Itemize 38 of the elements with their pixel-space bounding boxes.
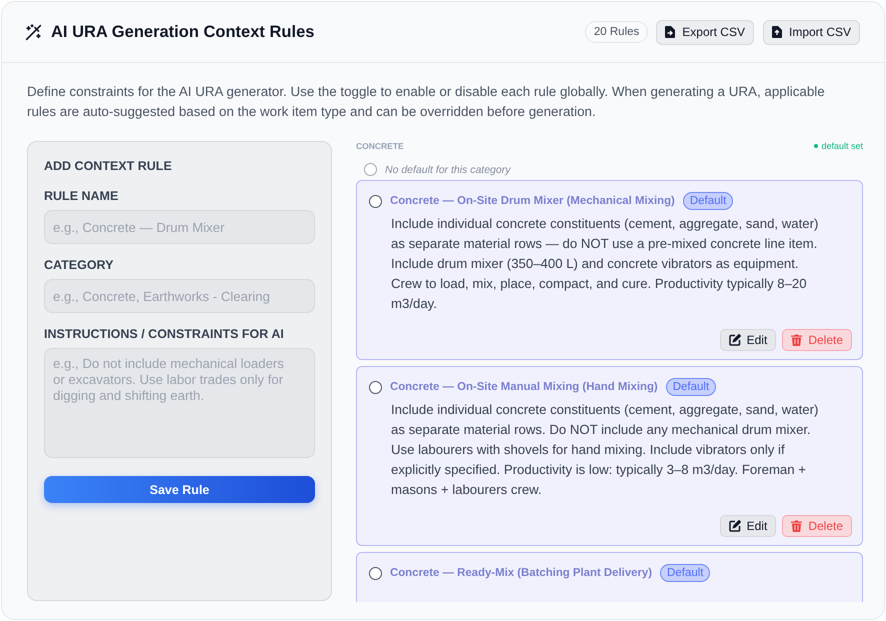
field-label: RULE NAME (44, 189, 120, 203)
default-badge: Default (666, 378, 716, 396)
rule-count-pill: 20 Rules (584, 21, 648, 43)
default-badge: Default (660, 564, 710, 582)
radio-button[interactable] (369, 380, 382, 394)
field-label: INSTRUCTIONS / CONSTRAINTS FOR AI (44, 327, 285, 341)
file-download-icon (665, 26, 676, 38)
text-input-field[interactable]: e.g., Concrete, Earthworks - Clearing (44, 279, 315, 313)
rule-title: Concrete — Ready-Mix (Batching Plant Delivery) (390, 567, 652, 579)
radio-label: No default for this category (385, 164, 510, 176)
rule-title: Concrete — On-Site Drum Mixer (Mechanical Mixing) (390, 195, 675, 207)
rule-title: Concrete — On-Site Manual Mixing (Hand Mixing) (390, 381, 658, 393)
export-csv-button[interactable]: Export CSV (656, 20, 754, 44)
trash-icon (791, 520, 802, 532)
field-label: CATEGORY (44, 258, 114, 272)
description-text: Define constraints for the AI URA generator. Use the toggle to enable or disable each rule globally. When generating a URA, applicable rules are auto-suggested based on the work item type and can be overridden before generation. (26, 83, 826, 121)
save-rule-button[interactable]: Save Rule (44, 476, 315, 503)
radio-button[interactable] (364, 163, 377, 176)
magic-wand-icon (25, 24, 42, 40)
status-dot-icon (814, 144, 818, 148)
default-badge: Default (682, 192, 734, 210)
radio-button[interactable] (369, 566, 382, 580)
status-text: default set (821, 141, 863, 151)
edit-icon (728, 334, 741, 346)
import-csv-button[interactable]: Import CSV (762, 20, 860, 44)
text-input-field[interactable]: e.g., Concrete — Drum Mixer (44, 210, 315, 244)
textarea-field[interactable]: e.g., Do not include mechanical loaders or excavators. Use labor trades only for digging and shifting earth. (44, 348, 315, 458)
form-title: ADD CONTEXT RULE (44, 159, 173, 173)
rule-description: Include individual concrete constituents (cement, aggregate, sand, water) as separate material rows. Do NOT include any mechanical drum mixer. Use labourers with shovels for hand mixing. Include vibrators only if explicitly specified. Productivity is low: typically 3–8 m3/day. Foreman + masons + labourers crew. (391, 401, 820, 499)
edit-button[interactable]: Edit (720, 329, 776, 351)
rule-description: Include individual concrete constituents (cement, aggregate, sand, water) as separate material rows — do NOT use a pre-mixed concrete line item. Include drum mixer (350–400 L) and concrete vibrators as equipment. Crew to load, mix, place, compact, and cure. Productivity typically 8–20 m3/day. (391, 215, 820, 313)
page-title: AI URA Generation Context Rules (51, 22, 316, 42)
file-upload-icon (772, 26, 782, 38)
edit-icon (728, 520, 741, 532)
trash-icon (791, 334, 802, 346)
edit-button[interactable]: Edit (720, 515, 776, 537)
category-heading: CONCRETE (356, 141, 404, 151)
radio-button[interactable] (369, 194, 382, 208)
